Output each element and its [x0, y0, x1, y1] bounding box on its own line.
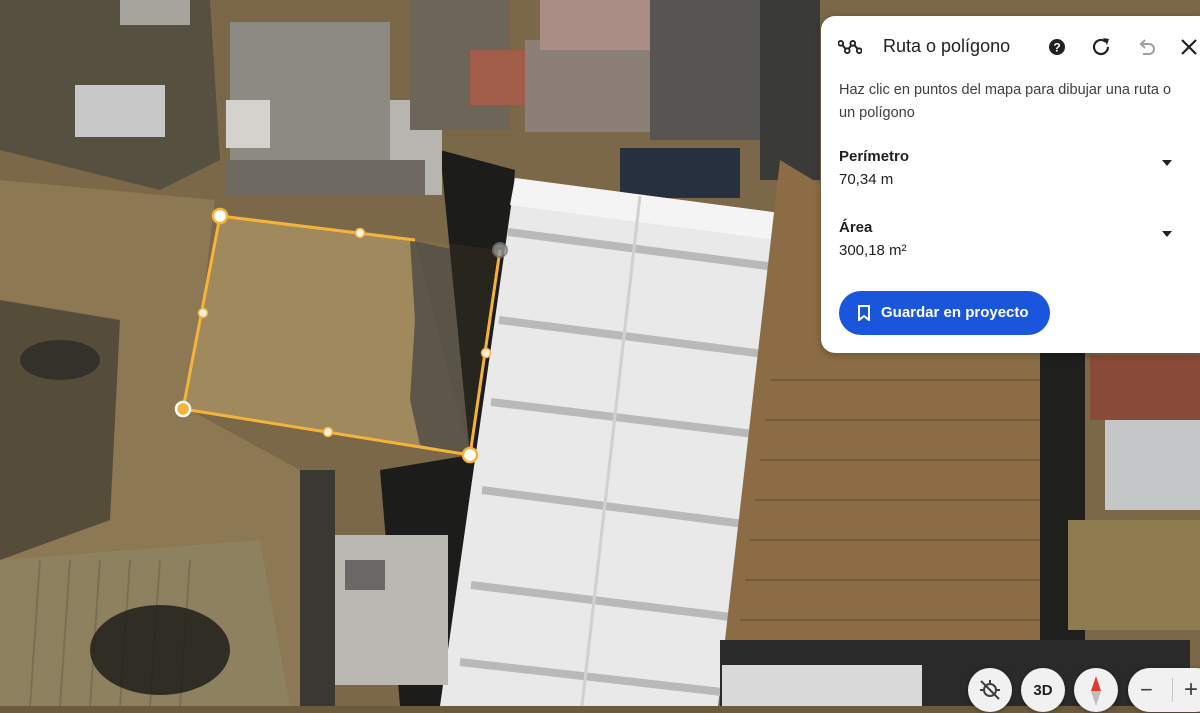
toggle-3d-label: 3D	[1033, 682, 1053, 699]
zoom-controls: − +	[1128, 668, 1200, 712]
area-label: Área	[839, 219, 873, 236]
undo-icon[interactable]	[1134, 35, 1158, 59]
perimeter-label: Perímetro	[839, 148, 910, 165]
vertex-handle[interactable]	[211, 207, 229, 225]
save-button-label: Guardar en proyecto	[881, 304, 1029, 321]
midpoint-handle[interactable]	[197, 307, 209, 319]
compass-icon	[1089, 674, 1103, 713]
perimeter-value: 70,34 m	[839, 171, 894, 188]
perimeter-section[interactable]: Perímetro 70,34 m	[839, 148, 1189, 198]
polyline-icon	[838, 35, 862, 59]
toggle-3d-button[interactable]: 3D	[1021, 668, 1065, 712]
vertex-handle[interactable]	[461, 446, 479, 464]
instructions-text: Haz clic en puntos del mapa para dibujar…	[839, 82, 1172, 121]
chevron-down-icon[interactable]	[1162, 160, 1172, 166]
bookmark-icon	[857, 305, 871, 326]
refresh-icon[interactable]	[1089, 35, 1113, 59]
help-icon[interactable]: ?	[1045, 35, 1069, 59]
zoom-in-button[interactable]: +	[1184, 676, 1198, 704]
north-up-button[interactable]	[968, 668, 1012, 712]
compass-button[interactable]	[1074, 668, 1118, 712]
panel-header: Ruta o polígono ?	[821, 16, 1200, 78]
chevron-down-icon[interactable]	[1162, 231, 1172, 237]
svg-text:?: ?	[1053, 41, 1060, 55]
midpoint-handle[interactable]	[480, 347, 492, 359]
area-value: 300,18 m²	[839, 242, 907, 259]
zoom-divider	[1172, 678, 1173, 702]
close-icon[interactable]	[1177, 35, 1200, 59]
zoom-out-button[interactable]: −	[1140, 677, 1153, 703]
area-section[interactable]: Área 300,18 m²	[839, 219, 1189, 269]
midpoint-handle[interactable]	[322, 426, 334, 438]
vertex-handle[interactable]	[492, 242, 508, 258]
measure-panel: Ruta o polígono ? Haz clic en puntos del…	[821, 16, 1200, 353]
midpoint-handle[interactable]	[354, 227, 366, 239]
panel-title: Ruta o polígono	[883, 36, 1011, 56]
north-up-icon	[978, 678, 1002, 707]
vertex-handle-active[interactable]	[174, 400, 192, 418]
save-to-project-button[interactable]: Guardar en proyecto	[839, 291, 1050, 335]
